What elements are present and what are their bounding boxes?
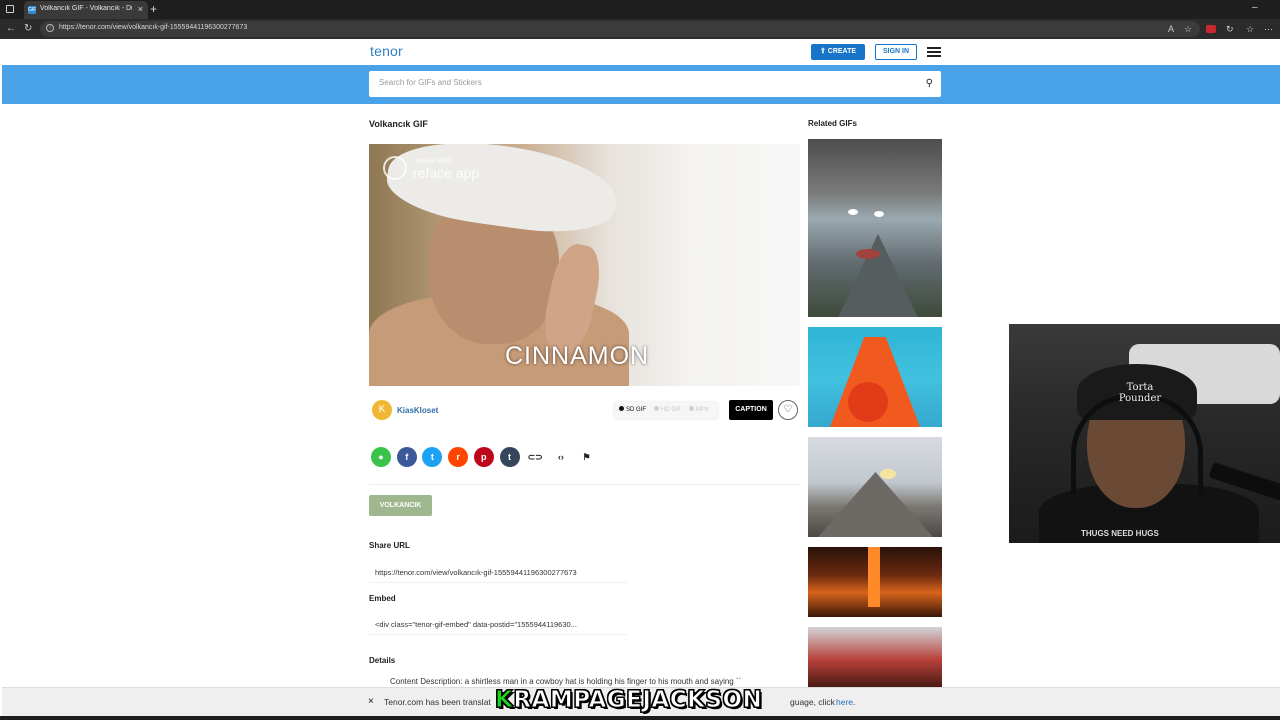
- format-mp4[interactable]: MP4: [689, 406, 708, 413]
- screen: { "browser": { "tab_title": "Volkancık G…: [0, 0, 1280, 720]
- twitter-icon[interactable]: t: [422, 447, 443, 467]
- eruption-glow: [880, 469, 896, 479]
- create-button[interactable]: ⇪ CREATE: [811, 44, 865, 60]
- tab-favicon: GIF: [28, 6, 37, 14]
- pinterest-icon[interactable]: p: [473, 447, 494, 467]
- streamer-name-rest: RAMPAGEJACKSON: [513, 687, 763, 714]
- heart-icon[interactable]: ♡: [778, 400, 798, 420]
- site-header: tenor ⇪ CREATE SIGN IN: [2, 39, 1280, 65]
- search-band: ⚲: [2, 65, 1280, 104]
- volcano-shape: [838, 234, 918, 317]
- url-text: https://tenor.com/view/volkancık-gif-155…: [59, 24, 248, 31]
- share-url-label: Share URL: [369, 541, 410, 550]
- volcano-eye: [848, 209, 858, 215]
- share-url-value: https://tenor.com/view/volkancık-gif-155…: [375, 568, 577, 577]
- related-gif[interactable]: [808, 327, 942, 427]
- tab-close-icon[interactable]: ×: [138, 4, 143, 14]
- headset: [1071, 394, 1203, 494]
- share-url-field[interactable]: https://tenor.com/view/volkancık-gif-155…: [369, 561, 627, 583]
- minimize-button[interactable]: –: [1252, 2, 1258, 13]
- radio-dot-icon: [619, 406, 624, 411]
- format-label: SD GIF: [626, 407, 647, 413]
- upload-icon: ⇪: [819, 48, 828, 55]
- lava-column: [868, 547, 880, 607]
- format-label: MP4: [696, 407, 709, 413]
- volcano-lips: [856, 249, 880, 259]
- divider: [369, 484, 800, 485]
- tenor-logo[interactable]: tenor: [370, 43, 403, 59]
- link-icon[interactable]: ⊂⊃: [525, 447, 546, 467]
- webcam-overlay: Torta Pounder THUGS NEED HUGS: [1009, 324, 1280, 543]
- search-icon[interactable]: ⚲: [926, 78, 933, 90]
- radio-dot-icon: [689, 406, 694, 411]
- tumblr-icon[interactable]: t: [499, 447, 520, 467]
- taskbar-edge: [0, 716, 1280, 720]
- search-box: ⚲: [369, 71, 941, 97]
- facebook-icon[interactable]: f: [396, 447, 417, 467]
- bookmark-star-icon[interactable]: ☆: [1184, 24, 1192, 34]
- shirt-text: THUGS NEED HUGS: [1081, 529, 1159, 538]
- format-label: HD GIF: [661, 407, 682, 413]
- favorites-icon[interactable]: ☆: [1246, 24, 1254, 34]
- window-menu-icon[interactable]: [6, 5, 14, 13]
- embed-icon[interactable]: ‹›: [550, 447, 571, 467]
- menu-dots-icon[interactable]: ⋯: [1264, 24, 1273, 34]
- volcano-shape: [818, 472, 933, 537]
- content-description: Content Description: a shirtless man in …: [390, 677, 742, 686]
- back-icon[interactable]: ←: [6, 23, 16, 35]
- banner-link[interactable]: here: [836, 697, 853, 707]
- site-info-icon[interactable]: i: [46, 24, 54, 32]
- related-gif[interactable]: [808, 139, 942, 317]
- related-gif[interactable]: [808, 437, 942, 537]
- format-hd-gif[interactable]: HD GIF: [654, 406, 681, 413]
- embed-label: Embed: [369, 594, 396, 603]
- reface-logo-icon: [383, 156, 407, 180]
- tag-chip[interactable]: VOLKANCIK: [369, 495, 432, 516]
- caption-button[interactable]: CAPTION: [729, 400, 773, 420]
- close-icon[interactable]: ×: [368, 696, 374, 708]
- banner-text-end: guage, click: [790, 697, 835, 707]
- format-sd-gif[interactable]: SD GIF: [619, 406, 646, 413]
- related-gif[interactable]: [808, 547, 942, 617]
- watermark-large: reface app: [413, 165, 480, 181]
- tab-title: Volkancık GIF - Volkancık - Disco: [40, 5, 132, 12]
- gif-player[interactable]: made with reface app CINNAMON: [369, 144, 800, 386]
- details-label: Details: [369, 656, 396, 665]
- watermark-small: made with: [415, 156, 452, 165]
- page-title: Volkancık GIF: [369, 119, 428, 129]
- related-gifs-label: Related GIFs: [808, 119, 857, 128]
- browser-tab-bar: GIF Volkancık GIF - Volkancık - Disco × …: [0, 0, 1280, 19]
- author-avatar[interactable]: K: [372, 400, 392, 420]
- reddit-icon[interactable]: r: [448, 447, 469, 467]
- new-tab-button[interactable]: +: [150, 2, 157, 16]
- flag-icon[interactable]: ⚑: [576, 447, 597, 467]
- sign-in-button[interactable]: SIGN IN: [875, 44, 917, 60]
- browser-tab[interactable]: GIF Volkancık GIF - Volkancık - Disco ×: [24, 1, 148, 19]
- volcano-eye: [874, 211, 884, 217]
- streamer-name-overlay: KRAMPAGEJACKSON: [494, 686, 763, 714]
- lava-blob: [848, 382, 888, 422]
- reload-icon[interactable]: ↻: [24, 23, 32, 35]
- hamburger-menu-icon[interactable]: [927, 47, 941, 57]
- banner-period: .: [853, 697, 856, 707]
- create-label: CREATE: [827, 48, 857, 55]
- embed-value: <div class="tenor-gif-embed" data-postid…: [375, 620, 577, 629]
- gif-caption: CINNAMON: [505, 342, 650, 370]
- read-aloud-icon[interactable]: A: [1168, 24, 1174, 34]
- adblock-extension-icon[interactable]: [1206, 25, 1216, 33]
- author-name[interactable]: KiasKloset: [397, 406, 438, 415]
- hat-text: Torta Pounder: [1118, 382, 1162, 404]
- browser-toolbar: ← ↻ i https://tenor.com/view/volkancık-g…: [0, 19, 1280, 39]
- radio-dot-icon: [654, 406, 659, 411]
- message-icon[interactable]: ●: [371, 447, 391, 467]
- search-input[interactable]: [379, 78, 879, 87]
- address-bar[interactable]: i https://tenor.com/view/volkancık-gif-1…: [40, 21, 1200, 37]
- embed-field[interactable]: <div class="tenor-gif-embed" data-postid…: [369, 613, 627, 635]
- related-gif[interactable]: [808, 627, 942, 687]
- streamer-name-initial: K: [494, 687, 514, 714]
- banner-text-start: Tenor.com has been translat: [384, 697, 491, 707]
- extension-icon[interactable]: ↻: [1226, 24, 1234, 34]
- format-switch: SD GIF HD GIF MP4: [614, 402, 718, 419]
